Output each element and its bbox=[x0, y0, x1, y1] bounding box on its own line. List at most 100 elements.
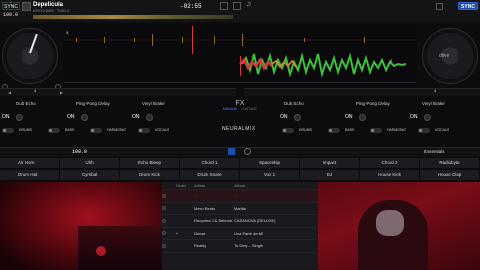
left-stem-harmonic: HARMONIC bbox=[107, 128, 127, 132]
left-loop-strip[interactable]: 4 ◀ ▶ bbox=[0, 88, 236, 96]
right-webcam-video bbox=[318, 182, 480, 270]
sample-pad[interactable]: Drum Kick bbox=[120, 170, 180, 180]
left-stem-drums: DRUMS bbox=[19, 128, 32, 132]
right-sync-button[interactable]: SYNC bbox=[458, 2, 478, 10]
sample-pad[interactable]: Drum Snare bbox=[180, 170, 240, 180]
sample-pad[interactable]: DJ bbox=[300, 170, 360, 180]
sample-pad[interactable]: Radiobyte bbox=[420, 158, 480, 168]
right-fx1-on[interactable]: ON bbox=[280, 114, 294, 120]
grid-icon[interactable] bbox=[233, 2, 241, 10]
table-row[interactable]: … … bbox=[162, 190, 318, 203]
sample-pad[interactable]: Echo Bleep bbox=[120, 158, 180, 168]
right-deck-settings-icon[interactable] bbox=[436, 3, 443, 10]
sample-pad[interactable]: Impact bbox=[300, 158, 360, 168]
left-time-remaining: -02:55 bbox=[180, 3, 202, 10]
sample-pad[interactable]: Chord 2 bbox=[360, 158, 420, 168]
right-bass-toggle[interactable] bbox=[328, 127, 340, 133]
left-fx3-name[interactable]: Vinyl Brake bbox=[132, 101, 198, 106]
column-album[interactable]: Album bbox=[234, 183, 284, 188]
left-fx1-on[interactable]: ON bbox=[0, 114, 16, 120]
right-jog-wheel[interactable]: dlive bbox=[422, 28, 478, 84]
right-fx1-knob[interactable] bbox=[294, 113, 301, 121]
left-stem-vocals: VOCALS bbox=[155, 128, 170, 132]
sample-pad[interactable]: Drum Hat bbox=[0, 170, 60, 180]
track-artwork bbox=[162, 193, 166, 198]
right-loop-strip[interactable]: 4 bbox=[244, 88, 480, 96]
left-fx3-on[interactable]: ON bbox=[132, 114, 146, 120]
left-cue-count: 3 bbox=[66, 32, 69, 36]
neuralmix-label: NEURALMIX bbox=[222, 126, 256, 132]
sampler-tempo[interactable]: 100.0 bbox=[72, 149, 87, 155]
right-fx3-name[interactable]: Vinyl Brake bbox=[412, 101, 478, 106]
track-artwork bbox=[162, 218, 166, 223]
row-album: CASANOVA (DELUXE) bbox=[234, 218, 276, 224]
queue-icon[interactable] bbox=[220, 2, 228, 10]
left-fx2-knob[interactable] bbox=[81, 113, 88, 121]
sample-pad[interactable]: Uhh bbox=[60, 158, 120, 168]
column-artists[interactable]: Artists bbox=[194, 183, 234, 188]
red-light bbox=[96, 246, 106, 256]
heart-icon[interactable]: ♥ bbox=[176, 231, 194, 236]
left-neuralmix-stems: DRUMS BASS HARMONIC VOCALS bbox=[0, 125, 200, 135]
music-icon[interactable]: ♫ bbox=[246, 1, 251, 8]
left-next-icon[interactable]: ▶ bbox=[60, 90, 63, 95]
fx-instant-tab[interactable]: INSTANT bbox=[242, 107, 257, 111]
left-fx1-knob[interactable] bbox=[16, 113, 23, 121]
left-track-artist: KIROCHARD · TISELO bbox=[33, 9, 70, 13]
left-vocals-toggle[interactable] bbox=[138, 127, 150, 133]
platter-marker bbox=[29, 33, 38, 54]
left-jog-wheel[interactable] bbox=[2, 28, 58, 84]
left-fx1-name[interactable]: Dub Echo bbox=[0, 101, 66, 106]
right-stem-harmonic: HARMONIC bbox=[387, 128, 407, 132]
left-fx3-knob[interactable] bbox=[146, 113, 153, 121]
left-fx2-on[interactable]: ON bbox=[67, 114, 81, 120]
row-album: Una Parte de Mi bbox=[234, 230, 263, 236]
sample-pad[interactable]: House Kick bbox=[360, 170, 420, 180]
right-drums-toggle[interactable] bbox=[282, 127, 294, 133]
sampler-grid-icon[interactable] bbox=[228, 148, 235, 155]
fx-center-panel: FX MANUAL INSTANT bbox=[204, 100, 276, 122]
left-sync-button[interactable]: SYNC bbox=[2, 2, 20, 10]
table-row[interactable]: Mexo Beats Marilla bbox=[162, 203, 318, 215]
left-loop-size: 4 bbox=[34, 90, 37, 94]
left-prev-icon[interactable]: ◀ bbox=[8, 90, 11, 95]
left-fx2-name[interactable]: Ping-Pong Delay bbox=[66, 101, 132, 106]
waveform-panel[interactable] bbox=[64, 24, 416, 88]
right-harmonic-toggle[interactable] bbox=[370, 127, 382, 133]
right-fx3-on[interactable]: ON bbox=[410, 114, 424, 120]
table-row[interactable]: Recycled J & Selecta CASANOVA (DELUXE) bbox=[162, 215, 318, 228]
left-overview-waveform[interactable] bbox=[33, 15, 233, 19]
right-fx2-on[interactable]: ON bbox=[345, 114, 359, 120]
right-fx2-knob[interactable] bbox=[359, 113, 366, 121]
right-track-hint: dlive bbox=[439, 53, 450, 59]
right-fx3-knob[interactable] bbox=[424, 113, 431, 121]
sampler-bank-select[interactable]: Essentials bbox=[424, 149, 445, 154]
column-order[interactable]: Order bbox=[176, 183, 194, 188]
right-vocals-toggle[interactable] bbox=[418, 127, 430, 133]
fx-manual-tab[interactable]: MANUAL bbox=[223, 107, 237, 111]
left-harmonic-toggle[interactable] bbox=[90, 127, 102, 133]
sample-pad[interactable]: Vox 1 bbox=[240, 170, 300, 180]
row-artist: Recycled J & Selecta bbox=[194, 218, 232, 224]
left-bass-toggle[interactable] bbox=[48, 127, 60, 133]
face-highlight bbox=[376, 210, 404, 236]
sample-pad[interactable]: Spaceship bbox=[240, 158, 300, 168]
right-fx1-name[interactable]: Dub Echo bbox=[280, 101, 346, 106]
sampler-record-icon[interactable] bbox=[244, 148, 251, 155]
right-stem-bass: BASS bbox=[345, 128, 355, 132]
right-fx2-name[interactable]: Ping-Pong Delay bbox=[346, 101, 412, 106]
right-loop-size: 4 bbox=[434, 90, 437, 94]
track-artwork bbox=[162, 243, 166, 248]
table-row[interactable]: Reality To Dirty – Single bbox=[162, 240, 318, 253]
sample-pad[interactable]: Cymbal bbox=[60, 170, 120, 180]
left-drums-toggle[interactable] bbox=[2, 127, 14, 133]
sample-pad[interactable]: House Clap bbox=[420, 170, 480, 180]
sample-pad[interactable]: Chord 1 bbox=[180, 158, 240, 168]
library-browser: Order Artists Album … … Mexo Beats Maril… bbox=[162, 182, 318, 270]
table-row[interactable]: ♥ Dense Una Parte de Mi bbox=[162, 228, 318, 240]
left-waveform bbox=[64, 26, 416, 83]
left-bpm-readout: 100.0 bbox=[3, 12, 19, 18]
fx-title: FX bbox=[235, 100, 245, 107]
sample-pad[interactable]: Air Horn bbox=[0, 158, 60, 168]
right-waveform bbox=[239, 52, 407, 78]
